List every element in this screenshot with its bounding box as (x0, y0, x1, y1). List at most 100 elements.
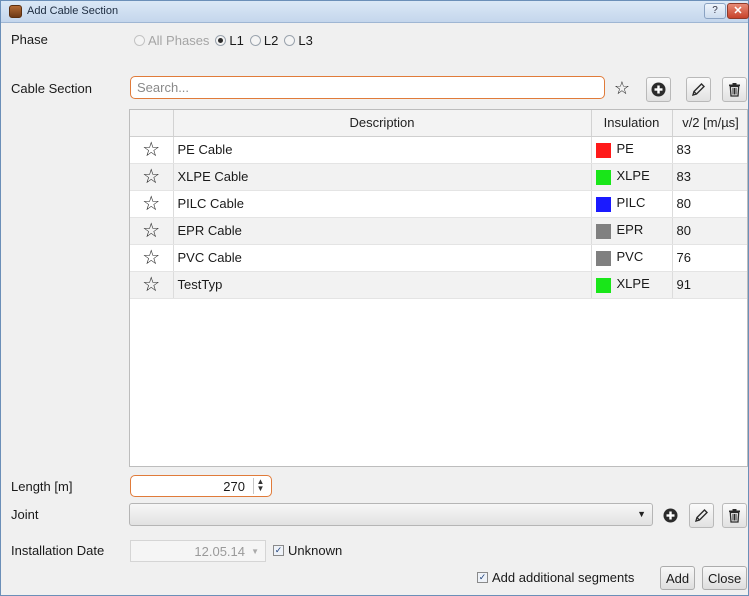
chevron-down-icon: ▼ (251, 547, 259, 556)
phase-option-label: L3 (298, 32, 313, 48)
cell-insulation: XLPE (591, 271, 673, 299)
table-row[interactable]: ☆ EPR Cable EPR 80 (130, 217, 747, 245)
table-row[interactable]: ☆ PILC Cable PILC 80 (130, 190, 747, 218)
cell-insulation: EPR (591, 217, 673, 245)
phase-option-l3[interactable]: L3 (284, 32, 313, 48)
table-row[interactable]: ☆ PVC Cable PVC 76 (130, 244, 747, 272)
edit-joint-button[interactable] (689, 503, 714, 528)
phase-option-all[interactable]: All Phases (134, 33, 209, 48)
cell-velocity: 91 (672, 271, 747, 299)
insulation-label: PVC (616, 249, 644, 265)
cable-search-input[interactable] (130, 76, 605, 99)
plus-circle-icon (663, 508, 678, 523)
insulation-label: XLPE (616, 276, 650, 292)
insulation-color-swatch (595, 169, 611, 185)
insulation-label: PILC (616, 195, 646, 211)
length-label: Length [m] (11, 479, 73, 494)
add-cable-section-dialog: Add Cable Section ? ✕ Phase All Phases L… (0, 0, 749, 596)
cell-insulation: PILC (591, 190, 673, 218)
insulation-color-swatch (595, 196, 611, 212)
checkbox-checked-icon: ✓ (273, 545, 284, 556)
pencil-icon (694, 509, 708, 523)
phase-option-label: L2 (263, 32, 279, 48)
favorite-star-icon[interactable]: ☆ (130, 244, 174, 272)
length-value: 270 (223, 479, 245, 494)
radio-icon (134, 34, 145, 46)
add-cable-button[interactable] (646, 77, 671, 102)
installation-date-value: 12.05.14 (194, 544, 245, 559)
phase-option-l2[interactable]: L2 (249, 32, 279, 48)
column-header-velocity[interactable]: v/2 [m/µs] (672, 110, 747, 137)
cell-description: TestTyp (173, 271, 592, 299)
trash-icon (729, 83, 740, 97)
insulation-color-swatch (595, 223, 611, 239)
cable-table[interactable]: Description Insulation v/2 [m/µs] ☆ PE C… (129, 109, 748, 467)
help-button[interactable]: ? (704, 3, 726, 19)
cell-description: PILC Cable (173, 190, 592, 218)
cell-description: XLPE Cable (173, 163, 592, 191)
add-additional-segments-label: Add additional segments (492, 570, 635, 585)
favorite-star-icon[interactable]: ☆ (612, 79, 632, 99)
unknown-date-label: Unknown (288, 543, 343, 558)
insulation-color-swatch (595, 250, 611, 266)
cell-description: EPR Cable (173, 217, 592, 245)
favorite-star-icon[interactable]: ☆ (130, 217, 174, 245)
cell-description: PE Cable (173, 136, 592, 164)
table-header-row: Description Insulation v/2 [m/µs] (130, 110, 747, 137)
column-header-description[interactable]: Description (173, 110, 592, 137)
cell-insulation: PVC (591, 244, 673, 272)
add-button[interactable]: Add (660, 566, 696, 590)
insulation-color-swatch (595, 277, 611, 293)
unknown-date-checkbox[interactable]: ✓ Unknown (273, 543, 342, 558)
joint-label: Joint (11, 507, 39, 522)
phase-option-label: All Phases (148, 32, 210, 48)
close-button[interactable]: Close (702, 566, 748, 590)
column-header-favorite[interactable] (130, 110, 174, 137)
favorite-star-icon[interactable]: ☆ (130, 136, 174, 164)
cell-insulation: PE (591, 136, 673, 164)
cable-section-label: Cable Section (11, 81, 92, 96)
cable-grid: Description Insulation v/2 [m/µs] ☆ PE C… (130, 110, 747, 299)
edit-cable-button[interactable] (686, 77, 711, 102)
phase-option-l1[interactable]: L1 (215, 32, 244, 48)
table-row[interactable]: ☆ TestTyp XLPE 91 (130, 271, 747, 299)
cell-velocity: 76 (672, 244, 747, 272)
cell-velocity: 80 (672, 217, 747, 245)
pencil-icon (691, 83, 705, 97)
cell-description: PVC Cable (173, 244, 592, 272)
cell-velocity: 83 (672, 163, 747, 191)
phase-option-label: L1 (229, 32, 244, 48)
phase-label: Phase (11, 32, 48, 47)
window-title: Add Cable Section (27, 5, 119, 17)
insulation-label: EPR (616, 222, 644, 238)
cell-velocity: 80 (672, 190, 747, 218)
favorite-star-icon[interactable]: ☆ (130, 163, 174, 191)
installation-date-label: Installation Date (11, 543, 105, 558)
radio-icon (249, 34, 261, 46)
table-row[interactable]: ☆ XLPE Cable XLPE 83 (130, 163, 747, 191)
radio-icon (215, 34, 227, 46)
cell-insulation: XLPE (591, 163, 673, 191)
table-row[interactable]: ☆ PE Cable PE 83 (130, 136, 747, 164)
insulation-color-swatch (595, 142, 611, 158)
title-bar[interactable]: Add Cable Section ? ✕ (1, 1, 749, 23)
close-window-button[interactable]: ✕ (727, 3, 749, 19)
trash-icon (729, 509, 740, 523)
phase-radio-group: All Phases L1 L2 L3 (134, 32, 319, 48)
add-additional-segments-checkbox[interactable]: ✓ Add additional segments (477, 570, 634, 585)
chevron-down-icon: ▼ (637, 509, 646, 519)
spin-arrows-icon[interactable]: ▲ ▼ (253, 478, 267, 494)
plus-circle-icon (651, 82, 666, 97)
checkbox-checked-icon: ✓ (477, 572, 488, 583)
delete-cable-button[interactable] (722, 77, 747, 102)
installation-date-picker: 12.05.14 ▼ (130, 540, 266, 562)
favorite-star-icon[interactable]: ☆ (130, 271, 174, 299)
app-icon (9, 5, 22, 18)
column-header-insulation[interactable]: Insulation (591, 110, 673, 137)
delete-joint-button[interactable] (722, 503, 747, 528)
favorite-star-icon[interactable]: ☆ (130, 190, 174, 218)
joint-dropdown[interactable]: ▼ (129, 503, 653, 526)
add-joint-button[interactable] (658, 503, 683, 528)
length-spinbox[interactable]: 270 ▲ ▼ (130, 475, 272, 497)
insulation-label: PE (616, 141, 634, 157)
